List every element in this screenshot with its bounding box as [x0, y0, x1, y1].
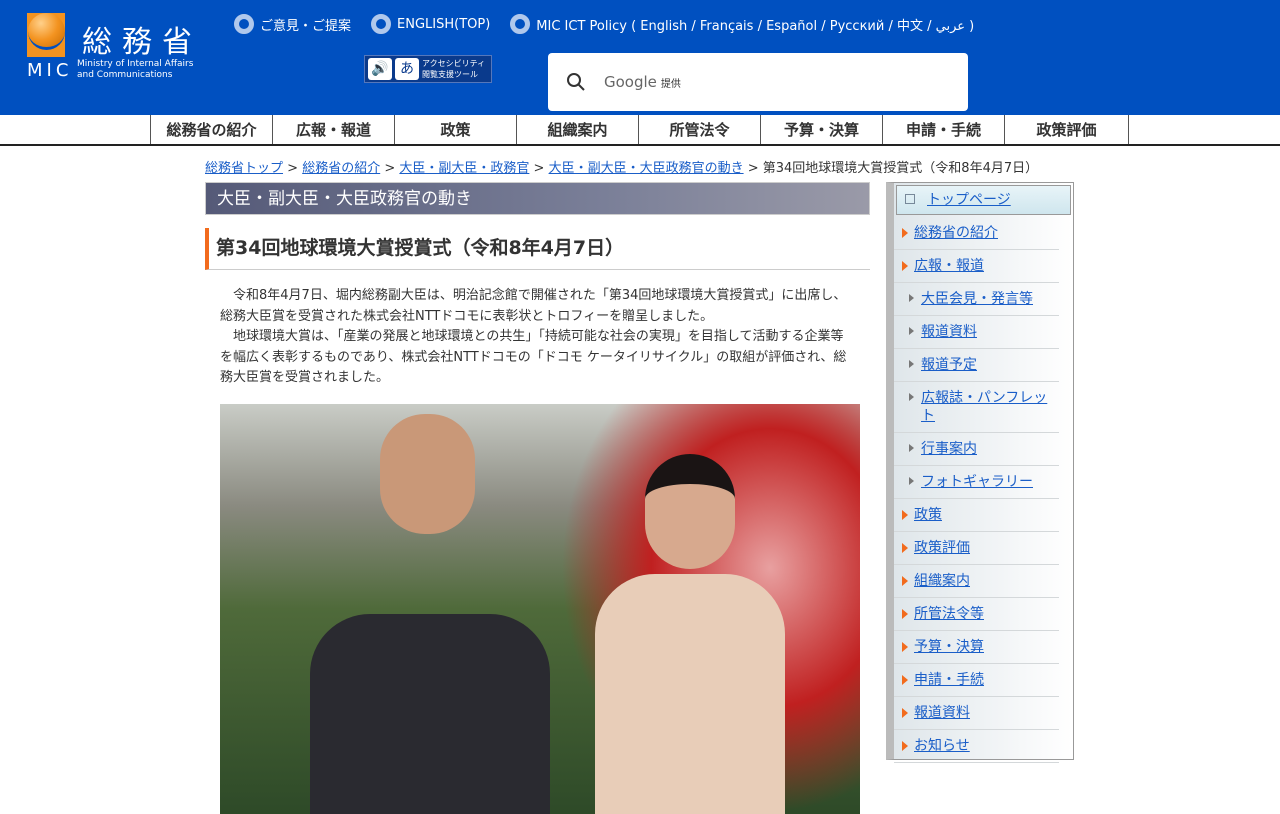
search-input[interactable]: Google 提供: [604, 73, 681, 91]
side-menu-link[interactable]: 政策評価: [914, 540, 970, 556]
breadcrumb-link[interactable]: 大臣・副大臣・政務官: [399, 161, 529, 176]
opinion-link[interactable]: ご意見・ご提案: [234, 14, 351, 34]
bullet-icon: [510, 14, 531, 34]
side-menu-link[interactable]: 申請・手続: [914, 672, 984, 688]
side-menu-link[interactable]: 大臣会見・発言等: [921, 291, 1033, 307]
ict-policy-link[interactable]: MIC ICT Policy ( English / Français / Es…: [510, 14, 974, 34]
square-icon: [905, 194, 915, 204]
side-menu-item[interactable]: 政策: [894, 499, 1059, 532]
side-menu-link[interactable]: 総務省の紹介: [914, 225, 998, 241]
side-menu-link[interactable]: 報道資料: [921, 324, 977, 340]
breadcrumb: 総務省トップ > 総務省の紹介 > 大臣・副大臣・政務官 > 大臣・副大臣・大臣…: [205, 161, 1039, 176]
nav-press[interactable]: 広報・報道: [272, 115, 394, 144]
article-body: 令和8年4月7日、堀内総務副大臣は、明治記念館で開催された「第34回地球環境大賞…: [205, 270, 870, 389]
site-header: 総務省 MIC Ministry of Internal Affairs and …: [0, 0, 1280, 115]
search-icon[interactable]: [566, 72, 586, 92]
side-menu-item[interactable]: 組織案内: [894, 565, 1059, 598]
accessibility-tool-button[interactable]: 🔊 あ アクセシビリティ 閲覧支援ツール: [364, 55, 492, 83]
bullet-icon: [371, 14, 392, 34]
hiragana-icon: あ: [395, 58, 419, 80]
side-top-page-link[interactable]: トップページ: [896, 185, 1071, 215]
side-menu-link[interactable]: 所管法令等: [914, 606, 984, 622]
nav-about[interactable]: 総務省の紹介: [150, 115, 272, 144]
page-title: 第34回地球環境大賞授賞式（令和8年4月7日）: [205, 228, 870, 270]
side-menu-item[interactable]: 申請・手続: [894, 664, 1059, 697]
side-menu-item[interactable]: 政策評価: [894, 532, 1059, 565]
paragraph: 地球環境大賞は、「産業の発展と地球環境との共生」「持続可能な社会の実現」を目指し…: [220, 329, 847, 385]
side-menu-item[interactable]: 大臣会見・発言等: [894, 283, 1059, 316]
nav-organization[interactable]: 組織案内: [516, 115, 638, 144]
logo-mark: [27, 13, 65, 57]
side-menu-item[interactable]: 広報・報道: [894, 250, 1059, 283]
side-menu-link[interactable]: 広報誌・パンフレット: [921, 390, 1047, 424]
side-menu-link[interactable]: 組織案内: [914, 573, 970, 589]
speaker-icon: 🔊: [368, 58, 392, 80]
nav-applications[interactable]: 申請・手続: [882, 115, 1004, 144]
side-menu-link[interactable]: 報道予定: [921, 357, 977, 373]
side-menu-item[interactable]: フォトギャラリー: [894, 466, 1059, 499]
side-menu-item[interactable]: 所管法令等: [894, 598, 1059, 631]
nav-budget[interactable]: 予算・決算: [760, 115, 882, 144]
side-menu-item[interactable]: 広報誌・パンフレット: [894, 382, 1059, 433]
logo-abbr: MIC: [27, 60, 73, 81]
breadcrumb-current: 第34回地球環境大賞授賞式（令和8年4月7日）: [762, 161, 1039, 176]
mic-logo[interactable]: 総務省 MIC Ministry of Internal Affairs and …: [27, 13, 212, 83]
ceremony-photo: [220, 403, 860, 814]
logo-text: 総務省: [82, 25, 202, 60]
bullet-icon: [234, 14, 254, 34]
search-box[interactable]: Google 提供: [548, 53, 968, 111]
side-menu-item[interactable]: 報道資料: [894, 697, 1059, 730]
english-link[interactable]: ENGLISH(TOP): [371, 14, 490, 34]
breadcrumb-link[interactable]: 大臣・副大臣・大臣政務官の動き: [549, 161, 744, 176]
side-menu-item[interactable]: 総務省の紹介: [894, 217, 1059, 250]
side-menu-item[interactable]: 予算・決算: [894, 631, 1059, 664]
logo-english: Ministry of Internal Affairs and Communic…: [77, 59, 194, 80]
side-menu-link[interactable]: 政策: [914, 507, 942, 523]
side-menu-item[interactable]: お知らせ: [894, 730, 1059, 763]
side-menu-item[interactable]: 行事案内: [894, 433, 1059, 466]
global-nav: 総務省の紹介 広報・報道 政策 組織案内 所管法令 予算・決算 申請・手続 政策…: [0, 115, 1280, 146]
main-content: 大臣・副大臣・大臣政務官の動き 第34回地球環境大賞授賞式（令和8年4月7日） …: [205, 182, 870, 814]
breadcrumb-link[interactable]: 総務省の紹介: [302, 161, 380, 176]
side-menu-link[interactable]: 報道資料: [914, 705, 970, 721]
side-menu: トップページ 総務省の紹介 広報・報道 大臣会見・発言等 報道資料 報道予定 広報誌・パン…: [886, 182, 1074, 763]
side-menu-link[interactable]: 広報・報道: [914, 258, 984, 274]
side-menu-link[interactable]: フォトギャラリー: [921, 474, 1033, 490]
breadcrumb-link[interactable]: 総務省トップ: [205, 161, 283, 176]
side-menu-link[interactable]: お知らせ: [914, 738, 970, 754]
paragraph: 令和8年4月7日、堀内総務副大臣は、明治記念館で開催された「第34回地球環境大賞…: [220, 288, 847, 324]
nav-laws[interactable]: 所管法令: [638, 115, 760, 144]
nav-policy[interactable]: 政策: [394, 115, 516, 144]
side-menu-link[interactable]: 予算・決算: [914, 639, 984, 655]
nav-evaluation[interactable]: 政策評価: [1004, 115, 1129, 144]
side-menu-link[interactable]: 行事案内: [921, 441, 977, 457]
side-menu-item[interactable]: 報道資料: [894, 316, 1059, 349]
side-menu-item[interactable]: 報道予定: [894, 349, 1059, 382]
section-heading: 大臣・副大臣・大臣政務官の動き: [205, 182, 870, 215]
